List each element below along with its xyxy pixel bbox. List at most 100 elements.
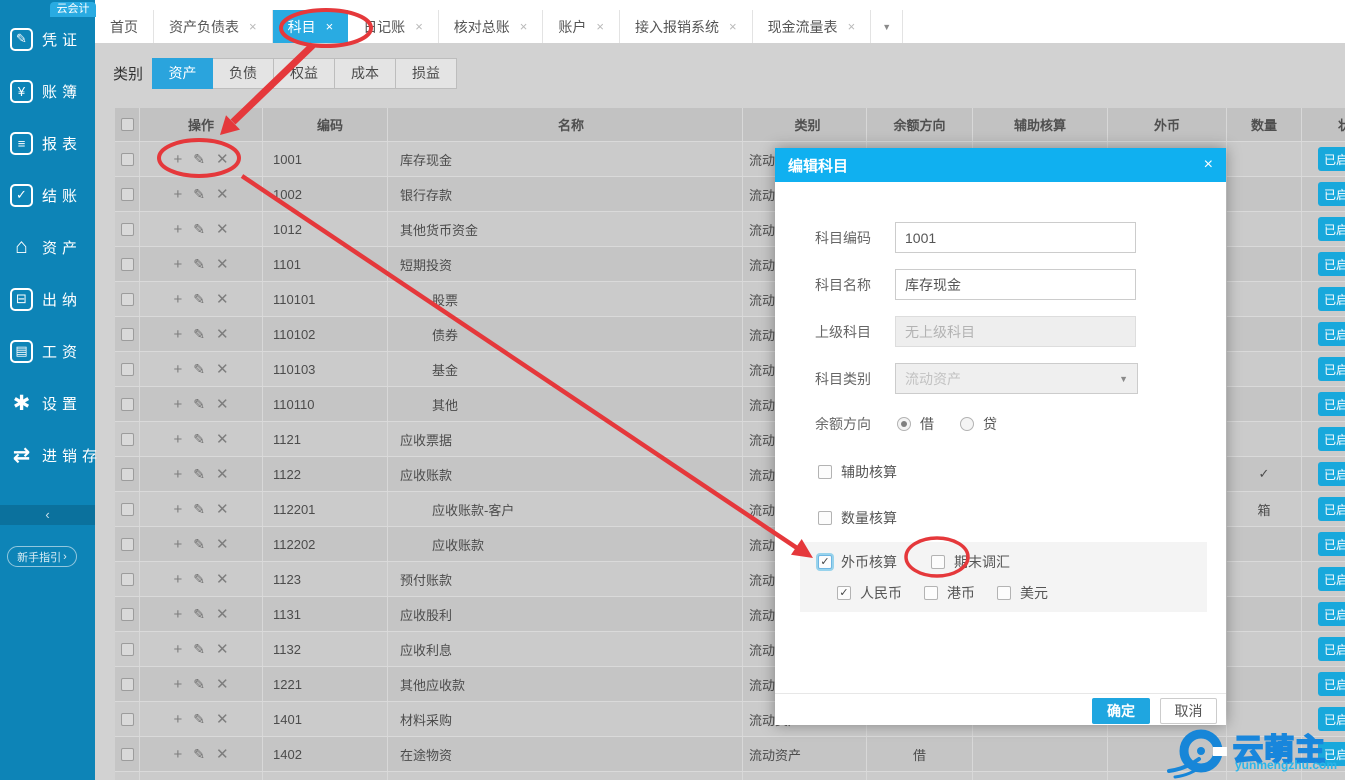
delete-button[interactable]: ✕	[216, 677, 229, 692]
row-checkbox[interactable]	[121, 398, 134, 411]
add-subaccount-button[interactable]: +	[173, 432, 182, 447]
tab-现金流量表[interactable]: 现金流量表×	[753, 10, 872, 43]
sidebar-item-出纳[interactable]: ⊟出纳	[0, 273, 95, 325]
credit-radio[interactable]	[960, 417, 974, 431]
status-enabled-button[interactable]: 已启用	[1318, 182, 1345, 206]
cancel-button[interactable]: 取消	[1160, 698, 1217, 724]
close-icon[interactable]: ×	[729, 19, 737, 34]
category-button-权益[interactable]: 权益	[274, 58, 335, 89]
status-enabled-button[interactable]: 已启用	[1318, 532, 1345, 556]
tab-科目[interactable]: 科目×	[273, 10, 349, 43]
status-enabled-button[interactable]: 已启用	[1318, 742, 1345, 766]
subject-name-input[interactable]	[895, 269, 1136, 300]
tab-核对总账[interactable]: 核对总账×	[439, 10, 544, 43]
edit-button[interactable]: ✎	[193, 607, 205, 621]
subject-code-input[interactable]	[895, 222, 1136, 253]
delete-button[interactable]: ✕	[216, 712, 229, 727]
edit-button[interactable]: ✎	[193, 642, 205, 656]
sidebar-item-报表[interactable]: ≡报表	[0, 117, 95, 169]
tab-账户[interactable]: 账户×	[543, 10, 620, 43]
status-enabled-button[interactable]: 已启用	[1318, 392, 1345, 416]
status-enabled-button[interactable]: 已启用	[1318, 287, 1345, 311]
add-subaccount-button[interactable]: +	[173, 537, 182, 552]
edit-button[interactable]: ✎	[193, 467, 205, 481]
edit-button[interactable]: ✎	[193, 712, 205, 726]
close-icon[interactable]: ×	[415, 19, 423, 34]
row-checkbox[interactable]	[121, 608, 134, 621]
add-subaccount-button[interactable]: +	[173, 467, 182, 482]
add-subaccount-button[interactable]: +	[173, 187, 182, 202]
close-icon[interactable]: ×	[596, 19, 604, 34]
row-checkbox[interactable]	[121, 153, 134, 166]
delete-button[interactable]: ✕	[216, 292, 229, 307]
edit-button[interactable]: ✎	[193, 502, 205, 516]
row-checkbox[interactable]	[121, 188, 134, 201]
row-checkbox[interactable]	[121, 538, 134, 551]
debit-radio[interactable]	[897, 417, 911, 431]
row-checkbox[interactable]	[121, 293, 134, 306]
close-icon[interactable]: ×	[249, 19, 257, 34]
delete-button[interactable]: ✕	[216, 467, 229, 482]
add-subaccount-button[interactable]: +	[173, 152, 182, 167]
delete-button[interactable]: ✕	[216, 152, 229, 167]
delete-button[interactable]: ✕	[216, 397, 229, 412]
add-subaccount-button[interactable]: +	[173, 397, 182, 412]
edit-button[interactable]: ✎	[193, 187, 205, 201]
status-enabled-button[interactable]: 已启用	[1318, 357, 1345, 381]
currency-checkbox-港币[interactable]: ✓	[924, 586, 938, 600]
tab-接入报销系统[interactable]: 接入报销系统×	[620, 10, 753, 43]
add-subaccount-button[interactable]: +	[173, 362, 182, 377]
aux-accounting-checkbox[interactable]: ✓	[818, 465, 832, 479]
edit-button[interactable]: ✎	[193, 572, 205, 586]
close-icon[interactable]: ×	[326, 19, 334, 34]
category-button-资产[interactable]: 资产	[152, 58, 213, 89]
tab-日记账[interactable]: 日记账×	[348, 10, 439, 43]
row-checkbox[interactable]	[121, 433, 134, 446]
sidebar-item-工资[interactable]: ▤工资	[0, 325, 95, 377]
status-enabled-button[interactable]: 已启用	[1318, 427, 1345, 451]
add-subaccount-button[interactable]: +	[173, 292, 182, 307]
status-enabled-button[interactable]: 已启用	[1318, 707, 1345, 731]
delete-button[interactable]: ✕	[216, 502, 229, 517]
delete-button[interactable]: ✕	[216, 187, 229, 202]
status-enabled-button[interactable]: 已启用	[1318, 217, 1345, 241]
quantity-accounting-checkbox[interactable]: ✓	[818, 511, 832, 525]
status-enabled-button[interactable]: 已启用	[1318, 602, 1345, 626]
status-enabled-button[interactable]: 已启用	[1318, 567, 1345, 591]
status-enabled-button[interactable]: 已启用	[1318, 462, 1345, 486]
newbie-guide-button[interactable]: 新手指引 ›	[7, 546, 77, 567]
edit-button[interactable]: ✎	[193, 397, 205, 411]
close-icon[interactable]: ×	[520, 19, 528, 34]
close-icon[interactable]: ×	[1204, 156, 1213, 174]
row-checkbox[interactable]	[121, 643, 134, 656]
ok-button[interactable]: 确定	[1092, 698, 1150, 724]
row-checkbox[interactable]	[121, 713, 134, 726]
edit-button[interactable]: ✎	[193, 152, 205, 166]
status-enabled-button[interactable]: 已启用	[1318, 322, 1345, 346]
add-subaccount-button[interactable]: +	[173, 747, 182, 762]
status-enabled-button[interactable]: 已启用	[1318, 497, 1345, 521]
add-subaccount-button[interactable]: +	[173, 642, 182, 657]
status-enabled-button[interactable]: 已启用	[1318, 672, 1345, 696]
row-checkbox[interactable]	[121, 468, 134, 481]
sidebar-item-结账[interactable]: ✓结账	[0, 169, 95, 221]
currency-checkbox-人民币[interactable]: ✓	[837, 586, 851, 600]
add-subaccount-button[interactable]: +	[173, 222, 182, 237]
delete-button[interactable]: ✕	[216, 432, 229, 447]
category-button-成本[interactable]: 成本	[335, 58, 396, 89]
tab-list-dropdown[interactable]: ▼	[871, 10, 903, 43]
edit-button[interactable]: ✎	[193, 257, 205, 271]
row-checkbox[interactable]	[121, 258, 134, 271]
edit-button[interactable]: ✎	[193, 537, 205, 551]
edit-button[interactable]: ✎	[193, 292, 205, 306]
status-enabled-button[interactable]: 已启用	[1318, 147, 1345, 171]
delete-button[interactable]: ✕	[216, 747, 229, 762]
close-icon[interactable]: ×	[848, 19, 856, 34]
edit-button[interactable]: ✎	[193, 362, 205, 376]
edit-button[interactable]: ✎	[193, 677, 205, 691]
edit-button[interactable]: ✎	[193, 432, 205, 446]
add-subaccount-button[interactable]: +	[173, 677, 182, 692]
category-button-负债[interactable]: 负债	[213, 58, 274, 89]
edit-button[interactable]: ✎	[193, 327, 205, 341]
sidebar-item-设置[interactable]: ✱设置	[0, 377, 95, 429]
